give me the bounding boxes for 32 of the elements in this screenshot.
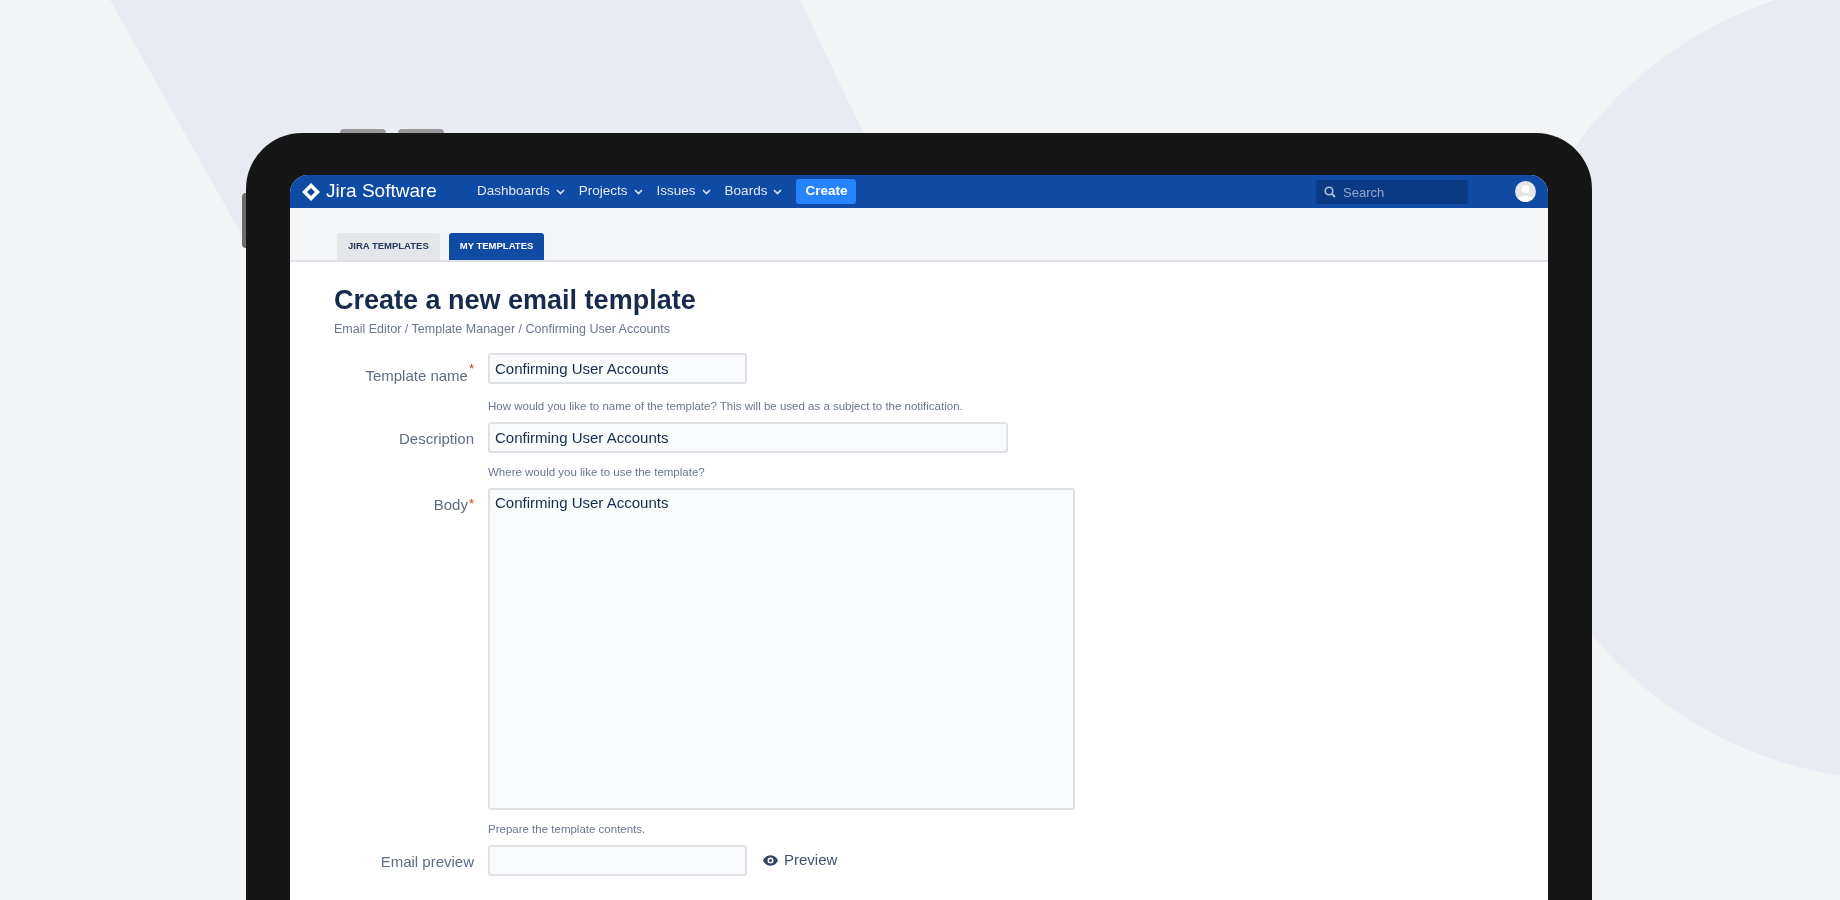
text-field[interactable]: Confirming User Accounts	[488, 422, 1008, 453]
help-text: Where would you like to use the template?	[488, 466, 705, 478]
required-mark: *	[468, 359, 474, 378]
help-text: How would you like to name of the template? This will be used as a subject to the notification.	[488, 400, 963, 412]
nav-menu[interactable]: Boards	[724, 181, 783, 202]
nav-menu[interactable]: Issues	[656, 181, 711, 202]
app-logo-text: Jira Software	[326, 179, 437, 204]
page-title: Create a new email template	[334, 284, 697, 317]
search-field[interactable]: Search	[1316, 180, 1468, 204]
create-button[interactable]: Create	[796, 179, 857, 204]
avatar-icon[interactable]	[1515, 181, 1536, 202]
preview-button[interactable]: Preview	[763, 849, 838, 872]
field-label: Template name	[365, 365, 468, 386]
nav-menu[interactable]: Dashboards	[477, 181, 565, 202]
breadcrumb: Email Editor / Template Manager / Confirming User Accounts	[334, 320, 672, 338]
chevron-down-icon	[773, 188, 783, 195]
nav-menu[interactable]: Projects	[578, 181, 643, 202]
help-text: Prepare the template contents.	[488, 823, 646, 835]
field-label: Description	[398, 429, 474, 449]
diamond-logo-icon	[302, 182, 320, 201]
required-mark: *	[468, 495, 474, 513]
chevron-down-icon	[633, 188, 643, 195]
text-field[interactable]	[488, 845, 747, 876]
field-label: Body	[433, 495, 468, 515]
eye-icon	[763, 855, 778, 866]
chevron-down-icon	[555, 188, 565, 195]
chevron-down-icon	[701, 188, 711, 195]
body-textarea[interactable]: Confirming User Accounts	[488, 488, 1075, 810]
text-field[interactable]: Confirming User Accounts	[488, 352, 747, 384]
tab[interactable]: JIRA TEMPLATES	[337, 233, 440, 260]
tab[interactable]: MY TEMPLATES	[448, 233, 545, 260]
field-label: Email preview	[380, 852, 474, 872]
